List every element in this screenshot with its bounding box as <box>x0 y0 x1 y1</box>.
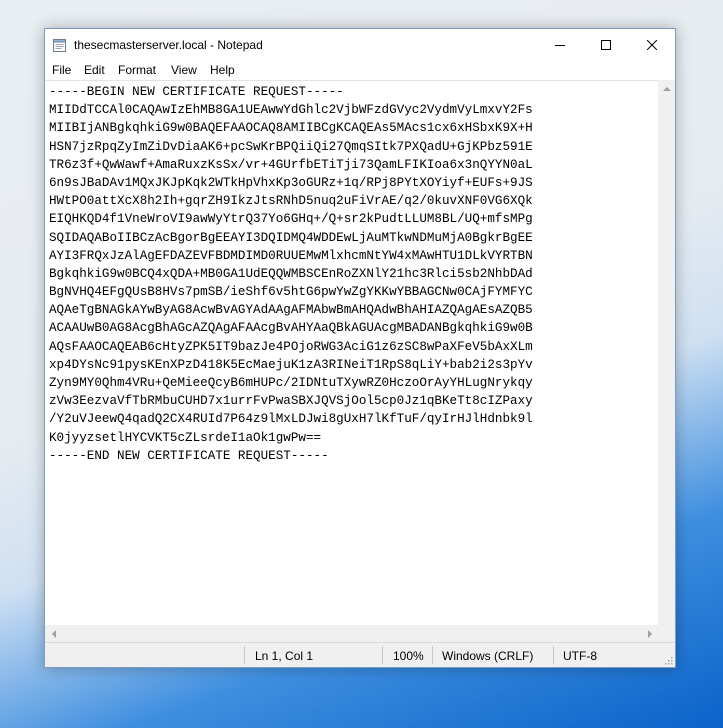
maximize-button[interactable] <box>583 29 629 60</box>
close-button[interactable] <box>629 29 675 60</box>
menu-edit[interactable]: Edit <box>84 63 105 77</box>
status-divider <box>382 646 383 664</box>
status-divider <box>432 646 433 664</box>
arrow-up-icon <box>662 86 671 91</box>
text-line: AQAeTgBNAGkAYwByAG8AcwBvAGYAdAAgAFMAbwBm… <box>49 303 533 318</box>
text-line: -----BEGIN NEW CERTIFICATE REQUEST----- <box>49 85 344 99</box>
horizontal-scrollbar[interactable] <box>45 625 658 642</box>
zoom-level: 100% <box>393 649 424 663</box>
notepad-window: thesecmasterserver.local - Notepad File … <box>44 28 676 668</box>
text-line: K0jyyzsetlHYCVKT5cZLsrdeI1aOk1gwPw== <box>49 430 322 445</box>
vertical-scrollbar[interactable] <box>658 80 675 642</box>
minimize-icon <box>555 44 565 46</box>
scrollbar-corner <box>658 625 675 642</box>
menu-format[interactable]: Format <box>118 63 156 77</box>
text-line: 6n9sJBaDAv1MQxJKJpKqk2WTkHpVhxKp3oGURz+1… <box>49 175 533 190</box>
text-line: HSN7jzRpqZyImZiDvDiaAK6+pcSwKrBPQiiQi27Q… <box>49 139 533 154</box>
scroll-right-button[interactable] <box>641 625 658 642</box>
status-divider <box>553 646 554 664</box>
text-line: AYI3FRQxJzAlAgEFDAZEVFBDMDIMD0RUUEMwMlxh… <box>49 248 533 263</box>
text-line: /Y2uVJeewQ4qadQ2CX4RUId7P64z9lMxLDJwi8gU… <box>49 412 533 427</box>
cursor-position: Ln 1, Col 1 <box>255 649 314 663</box>
status-divider <box>244 646 245 664</box>
minimize-button[interactable] <box>537 29 583 60</box>
text-line: -----END NEW CERTIFICATE REQUEST----- <box>49 448 329 463</box>
text-line: SQIDAQABoIIBCzAcBgorBgEEAYI3DQIDMQ4WDDEw… <box>49 230 533 245</box>
text-line: MIIBIjANBgkqhkiG9w0BAQEFAAOCAQ8AMIIBCgKC… <box>49 121 533 136</box>
notepad-icon <box>53 38 66 52</box>
text-line: EIQHKQD4f1VneWroVI9awWyYtrQ37Yo6GHq+/Q+s… <box>49 212 533 227</box>
menu-bar: File Edit Format View Help <box>45 60 675 80</box>
text-editor[interactable]: -----BEGIN NEW CERTIFICATE REQUEST----- … <box>45 80 658 643</box>
arrow-right-icon <box>647 629 652 638</box>
title-bar[interactable]: thesecmasterserver.local - Notepad <box>45 29 675 60</box>
encoding: UTF-8 <box>563 649 597 663</box>
menu-help[interactable]: Help <box>210 63 235 77</box>
text-line: Zyn9MY0Qhm4VRu+QeMieeQcyB6mHUPc/2IDNtuTX… <box>49 376 533 390</box>
arrow-left-icon <box>51 629 56 638</box>
scroll-up-button[interactable] <box>658 80 675 97</box>
status-bar: Ln 1, Col 1 100% Windows (CRLF) UTF-8 <box>45 642 675 667</box>
resize-grip-icon[interactable] <box>663 655 673 665</box>
text-line: xp4DYsNc91pysKEnXPzD418K5EcMaejuK1zA3RIN… <box>49 357 533 372</box>
maximize-icon <box>601 39 611 50</box>
scroll-left-button[interactable] <box>45 625 62 642</box>
window-title: thesecmasterserver.local - Notepad <box>74 38 263 52</box>
line-ending: Windows (CRLF) <box>442 649 534 663</box>
menu-file[interactable]: File <box>52 63 71 77</box>
text-line: ACAAUwB0AG8AcgBhAGcAZQAgAFAAcgBvAHYAaQBk… <box>49 321 533 336</box>
text-line: HWtPO0attXcX8h2Ih+gqrZH9IkzJtsRNhD5nuq2u… <box>49 194 533 209</box>
text-line: TR6z3f+QwWawf+AmaRuxzKsSx/vr+4GUrfbETiTj… <box>49 157 533 172</box>
text-line: BgkqhkiG9w0BCQ4xQDA+MB0GA1UdEQQWMBSCEnRo… <box>49 266 533 281</box>
text-line: MIIDdTCCAl0CAQAwIzEhMB8GA1UEAwwYdGhlc2Vj… <box>49 103 533 118</box>
menu-view[interactable]: View <box>171 63 197 77</box>
text-line: zVw3EezvaVfTbRMbuCUHD7x1urrFvPwaSBXJQVSj… <box>49 394 533 409</box>
text-line: AQsFAAOCAQEAB6cHtyZPK5IT9bazJe4POjoRWG3A… <box>49 339 533 354</box>
close-icon <box>647 39 657 50</box>
text-line: BgNVHQ4EFgQUsB8HVs7pmSB/ieShf6v5htG6pwYw… <box>49 285 533 300</box>
